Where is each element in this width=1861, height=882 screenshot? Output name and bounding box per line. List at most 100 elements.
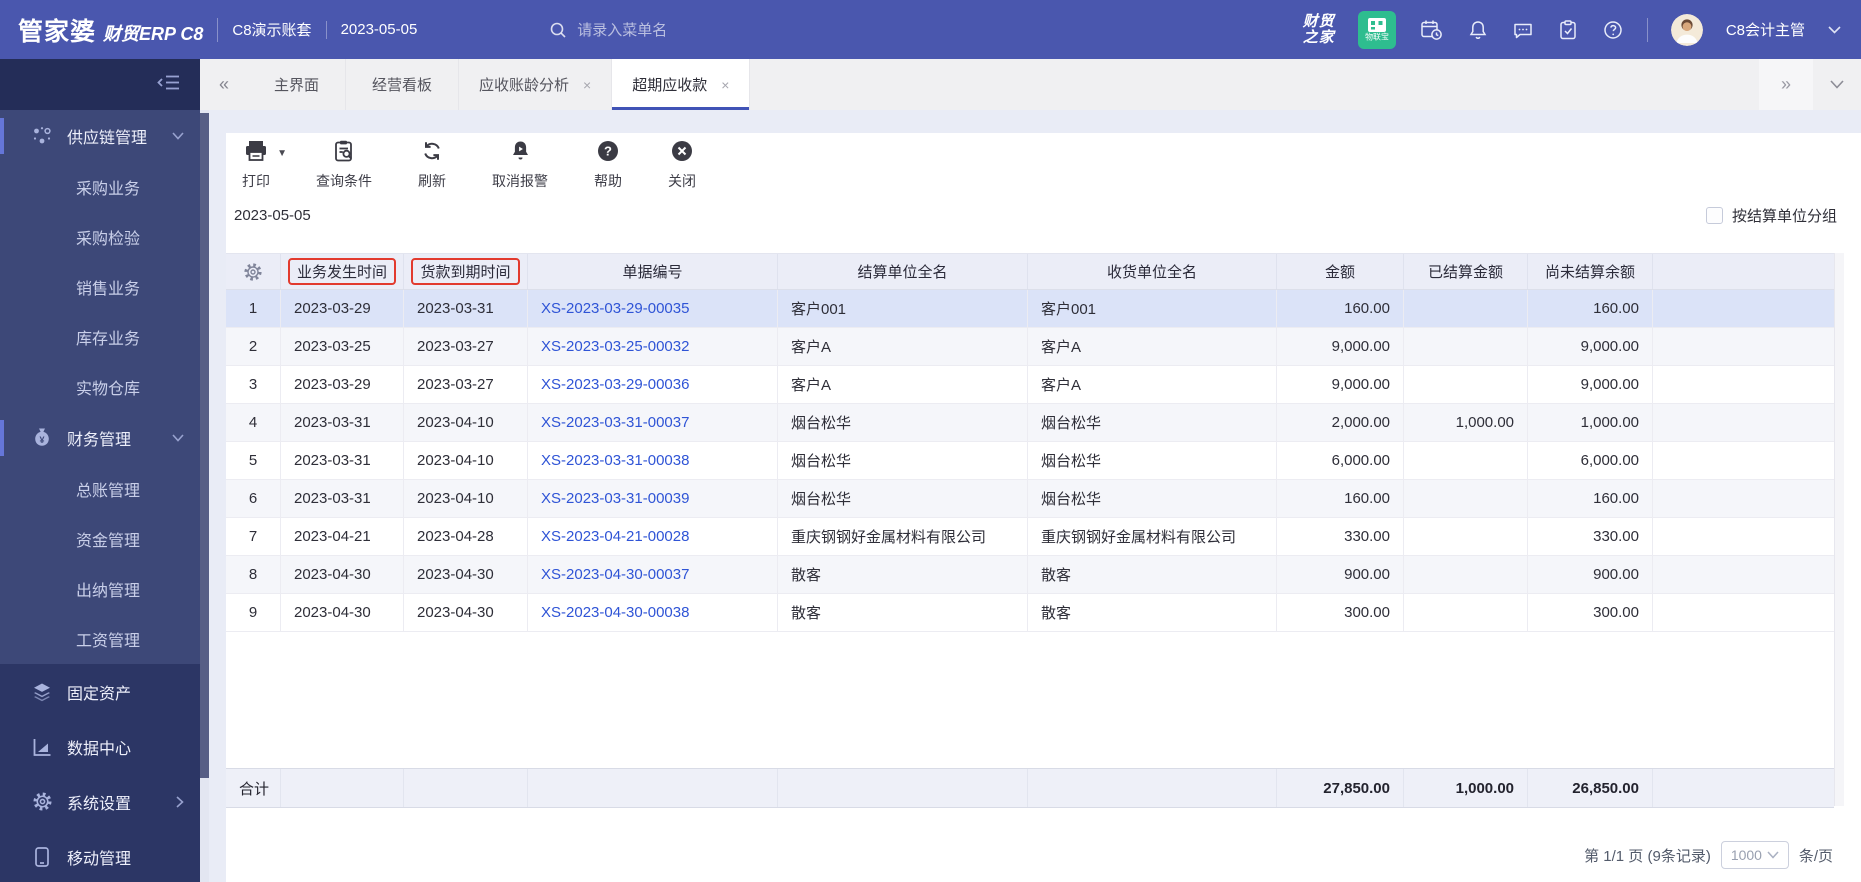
document-number-link[interactable]: XS-2023-03-29-00035 [541,300,689,317]
document-number-link[interactable]: XS-2023-03-31-00039 [541,490,689,507]
table-row[interactable]: 42023-03-312023-04-10XS-2023-03-31-00037… [226,404,1834,442]
tab-scroll-left-button[interactable]: « [200,59,248,110]
tab-close-icon[interactable]: × [721,77,729,93]
report-panel: 打印▼ 查询条件刷新取消报警 ?帮助 关闭 2023-05-05 按结算单位分组 业务… [226,133,1861,882]
menu-search-input[interactable]: 请录入菜单名 [549,19,667,40]
toolbar-button-label: 取消报警 [492,171,548,191]
sidebar-group-财务管理[interactable]: ¥财务管理 [0,412,200,464]
sidebar-group-移动管理[interactable]: 移动管理 [0,829,200,882]
group-by-customer-checkbox[interactable]: 按结算单位分组 [1706,205,1837,226]
document-number-link[interactable]: XS-2023-04-21-00028 [541,528,689,545]
help-circle-icon[interactable] [1602,19,1624,41]
column-header-业务发生时间[interactable]: 业务发生时间 [281,254,404,289]
table-row[interactable]: 72023-04-212023-04-28XS-2023-04-21-00028… [226,518,1834,556]
checkbox-icon[interactable] [1706,207,1723,224]
tab-list: 主界面经营看板应收账龄分析×超期应收款× [248,59,750,110]
sidebar-group-固定资产[interactable]: 固定资产 [0,664,200,719]
report-date: 2023-05-05 [234,207,311,224]
user-avatar[interactable] [1671,14,1703,46]
tab-应收账龄分析[interactable]: 应收账龄分析× [459,59,612,110]
column-settings-button[interactable] [226,254,281,289]
sidebar-item-出纳管理[interactable]: 出纳管理 [0,564,200,614]
message-icon[interactable] [1512,19,1534,41]
grid-scrollbar-track[interactable] [1834,253,1844,806]
column-header-货款到期时间[interactable]: 货款到期时间 [404,254,528,289]
table-row[interactable]: 52023-03-312023-04-10XS-2023-03-31-00038… [226,442,1834,480]
sidebar-group-系统设置[interactable]: 系统设置 [0,774,200,829]
column-header-结算单位全名[interactable]: 结算单位全名 [778,254,1028,289]
tab-经营看板[interactable]: 经营看板 [346,59,459,110]
toolbar-button-label: 帮助 [594,171,622,191]
sidebar-item-采购检验[interactable]: 采购检验 [0,212,200,262]
tab-scroll-right-button[interactable]: » [1759,59,1813,110]
tab-list-dropdown-button[interactable] [1813,59,1861,110]
bell-icon[interactable] [1467,19,1489,41]
sidebar-item-采购业务[interactable]: 采购业务 [0,162,200,212]
sidebar-item-工资管理[interactable]: 工资管理 [0,614,200,664]
tab-主界面[interactable]: 主界面 [248,59,346,110]
关闭-button[interactable]: 关闭 [668,139,696,191]
cell-biz_date: 2023-03-31 [281,480,404,517]
sidebar-item-库存业务[interactable]: 库存业务 [0,312,200,362]
cell-biz_date: 2023-03-29 [281,290,404,327]
table-row[interactable]: 32023-03-292023-03-27XS-2023-03-29-00036… [226,366,1834,404]
document-number-link[interactable]: XS-2023-03-25-00032 [541,338,689,355]
sidebar-group-label: 财务管理 [67,426,131,450]
cell-unsettled: 1,000.00 [1528,404,1653,441]
tab-超期应收款[interactable]: 超期应收款× [612,59,750,110]
sidebar-item-销售业务[interactable]: 销售业务 [0,262,200,312]
帮助-button[interactable]: ?帮助 [594,139,622,191]
刷新-button[interactable]: 刷新 [418,139,446,191]
table-row[interactable]: 12023-03-292023-03-31XS-2023-03-29-00035… [226,290,1834,328]
column-header-收货单位全名[interactable]: 收货单位全名 [1028,254,1277,289]
column-header-已结算金额[interactable]: 已结算金额 [1404,254,1528,289]
sidebar-group-数据中心[interactable]: 数据中心 [0,719,200,774]
sidebar-collapse-icon[interactable] [157,74,180,96]
content-scrollbar-thumb[interactable] [200,113,209,778]
calendar-schedule-icon[interactable] [1419,18,1444,42]
user-menu-chevron-down-icon[interactable] [1828,26,1841,34]
cell-due_date: 2023-04-28 [404,518,528,555]
sidebar-item-实物仓库[interactable]: 实物仓库 [0,362,200,412]
column-header-单据编号[interactable]: 单据编号 [528,254,778,289]
column-header-金额[interactable]: 金额 [1277,254,1404,289]
chevron-down-icon [1767,851,1779,859]
print-dropdown-caret-icon[interactable]: ▼ [277,148,287,159]
sidebar-group-供应链管理[interactable]: 供应链管理 [0,110,200,162]
table-row[interactable]: 62023-03-312023-04-10XS-2023-03-31-00039… [226,480,1834,518]
query-conditions-icon [332,139,356,168]
user-name[interactable]: C8会计主管 [1726,19,1805,40]
document-number-link[interactable]: XS-2023-03-31-00038 [541,452,689,469]
page-size-select[interactable]: 1000 [1721,841,1789,869]
cell-blank [1653,366,1834,403]
cell-amount: 160.00 [1277,480,1404,517]
sidebar-item-资金管理[interactable]: 资金管理 [0,514,200,564]
table-row[interactable]: 92023-04-302023-04-30XS-2023-04-30-00038… [226,594,1834,632]
sidebar-group-label: 系统设置 [67,790,131,814]
clipboard-check-icon[interactable] [1557,19,1579,41]
app-logo: 管家婆 财贸ERP C8 [18,12,203,48]
取消报警-button[interactable]: 取消报警 [492,139,548,191]
cell-idx: 8 [226,556,281,593]
toolbar: 打印▼ 查询条件刷新取消报警 ?帮助 关闭 [242,139,696,191]
cell-biz_date: 2023-03-31 [281,442,404,479]
document-number-link[interactable]: XS-2023-03-31-00037 [541,414,689,431]
查询条件-button[interactable]: 查询条件 [316,139,372,191]
document-number-link[interactable]: XS-2023-04-30-00037 [541,566,689,583]
table-row[interactable]: 22023-03-252023-03-27XS-2023-03-25-00032… [226,328,1834,366]
cell-settled [1404,366,1528,403]
tab-close-icon[interactable]: × [583,77,591,93]
wulianbao-app-tile[interactable]: 物联宝 [1358,11,1396,49]
content-scrollbar [200,110,209,882]
column-header-尚未结算余额[interactable]: 尚未结算余额 [1528,254,1653,289]
brand-line1: 财贸 [1303,14,1335,30]
cell-biz_date: 2023-03-29 [281,366,404,403]
打印-button[interactable]: 打印▼ [242,139,270,191]
supply-chain-icon [30,125,54,147]
cell-settled [1404,594,1528,631]
table-row[interactable]: 82023-04-302023-04-30XS-2023-04-30-00037… [226,556,1834,594]
sidebar-item-总账管理[interactable]: 总账管理 [0,464,200,514]
document-number-link[interactable]: XS-2023-03-29-00036 [541,376,689,393]
document-number-link[interactable]: XS-2023-04-30-00038 [541,604,689,621]
cell-biz_date: 2023-04-30 [281,556,404,593]
